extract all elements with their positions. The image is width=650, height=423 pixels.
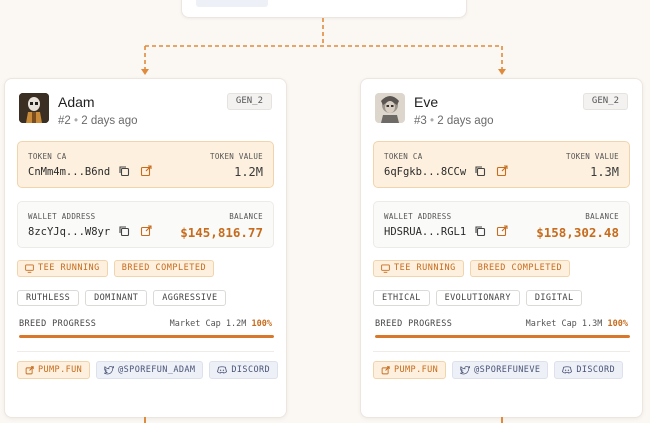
wallet-balance: $158,302.48 — [536, 225, 619, 240]
divider — [373, 351, 630, 352]
agent-created-time: 2 days ago — [437, 115, 494, 127]
child-connector-stub — [144, 417, 146, 423]
agent-card-eve[interactable]: Eve #3 • 2 days ago GEN_2 TOKEN CA TOKEN… — [360, 78, 643, 418]
external-link-icon[interactable] — [140, 165, 152, 177]
breed-progress-fill — [375, 335, 630, 338]
breed-progress-label: BREED PROGRESS — [375, 319, 453, 329]
token-address: 6qFgkb...8CCw — [384, 166, 467, 178]
token-value: 1.2M — [234, 165, 263, 179]
progress-percent: 100% — [251, 319, 272, 329]
wallet-address-label: WALLET ADDRESS — [28, 212, 96, 221]
breed-progress-bar — [375, 335, 630, 338]
status-badge-breed-completed: BREED COMPLETED — [469, 260, 571, 277]
token-value: 1.3M — [590, 165, 619, 179]
generation-badge: GEN_2 — [582, 93, 628, 110]
pump-fun-link[interactable]: PUMP.FUN — [17, 361, 91, 379]
discord-link[interactable]: DISCORD — [209, 361, 279, 379]
trait-tag: DOMINANT — [85, 290, 148, 306]
status-badge-breed-completed: BREED COMPLETED — [113, 260, 215, 277]
token-value-label: TOKEN VALUE — [566, 152, 619, 161]
wallet-address-label: WALLET ADDRESS — [384, 212, 452, 221]
twitter-bird-icon — [104, 365, 115, 374]
breed-progress-stats: Market Cap 1.3M 100% — [526, 319, 628, 329]
balance-label: BALANCE — [229, 212, 263, 221]
breed-progress-label: BREED PROGRESS — [19, 319, 97, 329]
trait-tag: RUTHLESS — [17, 290, 80, 306]
avatar — [375, 93, 405, 123]
pump-fun-link[interactable]: PUMP.FUN — [373, 361, 447, 379]
divider — [17, 351, 274, 352]
external-link-icon[interactable] — [140, 225, 152, 237]
avatar — [19, 93, 49, 123]
twitter-bird-icon — [460, 365, 471, 374]
external-link-icon[interactable] — [496, 165, 508, 177]
wallet-box: WALLET ADDRESS BALANCE 8zcYJq...W8yr $14… — [17, 201, 274, 248]
agent-card-adam[interactable]: Adam #2 • 2 days ago GEN_2 TOKEN CA TOKE… — [4, 78, 287, 418]
copy-icon[interactable] — [474, 225, 486, 237]
token-value-label: TOKEN VALUE — [210, 152, 263, 161]
token-address: CnMm4m...B6nd — [28, 166, 111, 178]
external-link-icon[interactable] — [496, 225, 508, 237]
wallet-address: HDSRUA...RGL1 — [384, 226, 467, 238]
wallet-balance: $145,816.77 — [180, 225, 263, 240]
breed-progress-fill — [19, 335, 274, 338]
agent-created-time: 2 days ago — [81, 115, 138, 127]
copy-icon[interactable] — [474, 165, 486, 177]
token-box: TOKEN CA TOKEN VALUE CnMm4m...B6nd 1.2M — [17, 141, 274, 188]
monitor-icon — [25, 264, 34, 273]
twitter-link[interactable]: @SPOREFUNEVE — [452, 361, 549, 379]
market-cap: Market Cap 1.3M — [525, 319, 603, 329]
wallet-box: WALLET ADDRESS BALANCE HDSRUA...RGL1 $15… — [373, 201, 630, 248]
wallet-address: 8zcYJq...W8yr — [28, 226, 111, 238]
monitor-icon — [381, 264, 390, 273]
market-cap: Market Cap 1.2M — [169, 319, 247, 329]
external-link-icon — [381, 365, 390, 374]
breed-progress-stats: Market Cap 1.2M 100% — [170, 319, 272, 329]
token-box: TOKEN CA TOKEN VALUE 6qFgkb...8CCw 1.3M — [373, 141, 630, 188]
trait-tag: ETHICAL — [373, 290, 430, 306]
token-ca-label: TOKEN CA — [384, 152, 423, 161]
progress-percent: 100% — [607, 319, 628, 329]
copy-icon[interactable] — [118, 165, 130, 177]
trait-tag: EVOLUTIONARY — [435, 290, 520, 306]
balance-label: BALANCE — [585, 212, 619, 221]
discord-icon — [217, 366, 228, 374]
trait-tag: DIGITAL — [525, 290, 583, 306]
generation-badge: GEN_2 — [226, 93, 272, 110]
token-ca-label: TOKEN CA — [28, 152, 67, 161]
status-badge-tee-running: TEE RUNNING — [373, 260, 464, 277]
agent-meta: #3 • 2 days ago — [414, 115, 494, 127]
agent-name: Adam — [58, 94, 95, 110]
external-link-icon — [25, 365, 34, 374]
twitter-link[interactable]: @SPOREFUN_ADAM — [96, 361, 204, 379]
agent-name: Eve — [414, 94, 439, 110]
trait-tag: AGGRESSIVE — [153, 290, 227, 306]
child-connector-stub — [501, 417, 503, 423]
status-badge-tee-running: TEE RUNNING — [17, 260, 108, 277]
copy-icon[interactable] — [118, 225, 130, 237]
discord-link[interactable]: DISCORD — [554, 361, 623, 379]
agent-id: #2 — [58, 115, 71, 127]
discord-icon — [562, 366, 573, 374]
agent-meta: #2 • 2 days ago — [58, 115, 138, 127]
agent-id: #3 — [414, 115, 427, 127]
breed-progress-bar — [19, 335, 274, 338]
